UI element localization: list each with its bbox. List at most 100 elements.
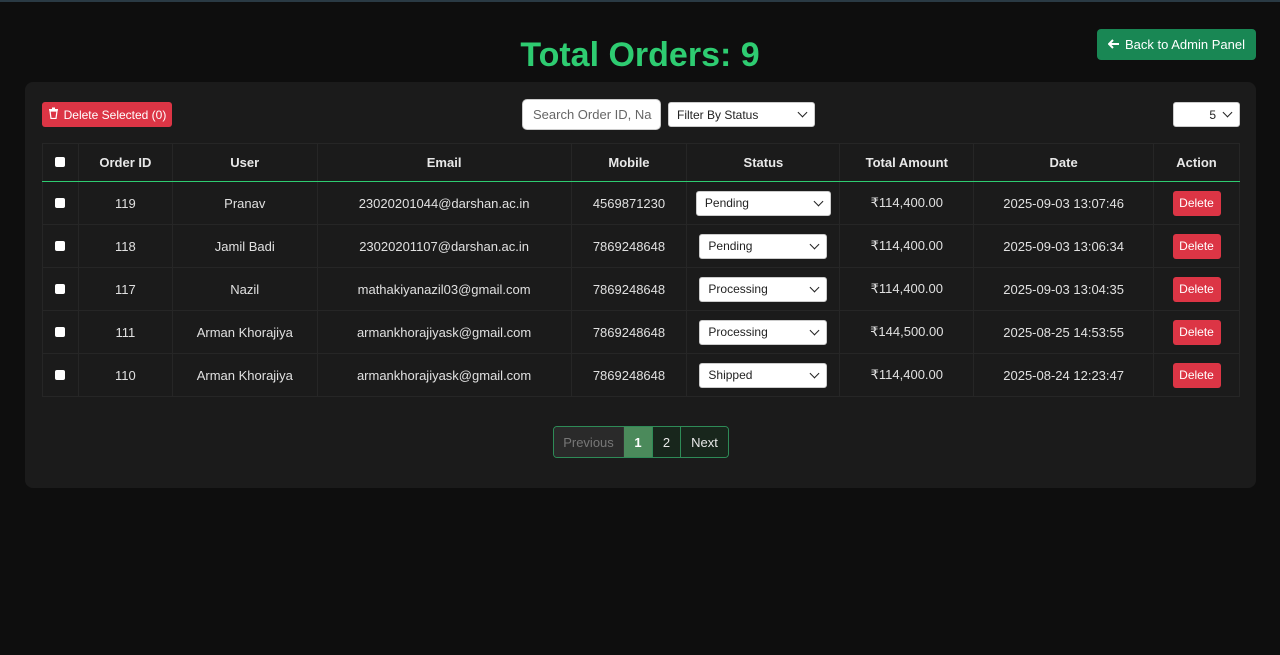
amount-cell: ₹114,400.00 [839, 267, 975, 311]
chevron-down-icon [809, 325, 820, 335]
mobile-cell: 7869248648 [570, 267, 688, 311]
email-cell: armankhorajiyask@gmail.com [316, 310, 572, 354]
chevron-down-icon [797, 107, 808, 118]
row-select-cell [42, 267, 79, 311]
amount-cell: ₹114,400.00 [839, 224, 975, 268]
trash-icon [48, 107, 59, 122]
row-select-cell [42, 353, 79, 397]
orders-panel: Delete Selected (0) Search Order ID, Na … [25, 82, 1256, 488]
back-to-admin-button[interactable]: Back to Admin Panel [1097, 29, 1256, 60]
table-row: 118 Jamil Badi 23020201107@darshan.ac.in… [42, 224, 1240, 268]
status-select[interactable]: Shipped [699, 362, 828, 388]
status-cell: Pending [686, 181, 841, 225]
action-cell: Delete [1153, 353, 1240, 397]
row-select-cell [42, 224, 79, 268]
page-1-button[interactable]: 1 [624, 427, 653, 457]
row-checkbox[interactable] [55, 240, 66, 251]
user-cell: Jamil Badi [171, 224, 318, 268]
row-checkbox[interactable] [55, 283, 66, 294]
user-cell: Nazil [171, 267, 318, 311]
delete-selected-label: Delete Selected (0) [63, 107, 167, 122]
status-value: Shipped [708, 368, 753, 382]
table-row: 117 Nazil mathakiyanazil03@gmail.com 786… [42, 267, 1240, 311]
user-cell: Arman Khorajiya [171, 310, 318, 354]
delete-button[interactable]: Delete [1172, 276, 1221, 302]
email-cell: 23020201107@darshan.ac.in [316, 224, 572, 268]
status-select[interactable]: Pending [699, 233, 828, 259]
row-checkbox[interactable] [55, 197, 66, 208]
table-row: 110 Arman Khorajiya armankhorajiyask@gma… [42, 353, 1240, 397]
chevron-down-icon [1222, 107, 1233, 118]
page-title: Total Orders: 9 [520, 36, 760, 74]
table-header-row: Order ID User Email Mobile Status Total … [42, 143, 1240, 182]
email-cell: mathakiyanazil03@gmail.com [316, 267, 572, 311]
pagination: Previous 1 2 Next [553, 426, 729, 458]
status-filter-label: Filter By Status [677, 107, 759, 122]
status-select[interactable]: Processing [699, 276, 828, 302]
delete-button[interactable]: Delete [1172, 319, 1221, 345]
table-row: 119 Pranav 23020201044@darshan.ac.in 456… [42, 181, 1240, 225]
select-all-header [42, 143, 79, 182]
status-select[interactable]: Pending [695, 190, 831, 216]
delete-button[interactable]: Delete [1172, 362, 1221, 388]
chevron-down-icon [809, 368, 820, 378]
arrow-left-icon [1107, 37, 1120, 52]
amount-cell: ₹114,400.00 [839, 181, 975, 225]
per-page-value: 5 [1209, 107, 1216, 122]
status-cell: Processing [686, 267, 841, 311]
row-select-cell [42, 181, 79, 225]
delete-selected-button[interactable]: Delete Selected (0) [42, 102, 172, 127]
chevron-down-icon [809, 239, 820, 249]
column-header: Status [686, 143, 841, 182]
column-header: User [171, 143, 318, 182]
status-select[interactable]: Processing [699, 319, 828, 345]
action-cell: Delete [1153, 310, 1240, 354]
user-cell: Pranav [171, 181, 318, 225]
per-page-select[interactable]: 5 [1173, 102, 1240, 127]
column-header: Date [973, 143, 1154, 182]
chevron-down-icon [813, 196, 824, 206]
row-checkbox[interactable] [55, 326, 66, 337]
delete-button[interactable]: Delete [1172, 233, 1221, 259]
date-cell: 2025-08-24 12:23:47 [973, 353, 1154, 397]
status-filter-select[interactable]: Filter By Status [668, 102, 815, 127]
row-checkbox[interactable] [55, 369, 66, 380]
status-cell: Shipped [686, 353, 841, 397]
order-id-cell: 110 [77, 353, 173, 397]
orders-table: Order ID User Email Mobile Status Total … [42, 143, 1240, 397]
status-value: Pending [704, 196, 749, 210]
column-header: Order ID [77, 143, 173, 182]
order-id-cell: 119 [77, 181, 173, 225]
status-cell: Processing [686, 310, 841, 354]
order-id-cell: 111 [77, 310, 173, 354]
mobile-cell: 7869248648 [570, 224, 688, 268]
mobile-cell: 7869248648 [570, 353, 688, 397]
table-row: 111 Arman Khorajiya armankhorajiyask@gma… [42, 310, 1240, 354]
select-all-checkbox[interactable] [55, 157, 66, 167]
status-value: Processing [708, 325, 768, 339]
user-cell: Arman Khorajiya [171, 353, 318, 397]
order-id-cell: 118 [77, 224, 173, 268]
amount-cell: ₹144,500.00 [839, 310, 975, 354]
email-cell: 23020201044@darshan.ac.in [316, 181, 572, 225]
date-cell: 2025-09-03 13:04:35 [973, 267, 1154, 311]
amount-cell: ₹114,400.00 [839, 353, 975, 397]
email-cell: armankhorajiyask@gmail.com [316, 353, 572, 397]
previous-page-button[interactable]: Previous [554, 427, 624, 457]
order-id-cell: 117 [77, 267, 173, 311]
back-to-admin-label: Back to Admin Panel [1125, 37, 1245, 52]
delete-button[interactable]: Delete [1172, 190, 1221, 216]
column-header: Email [316, 143, 572, 182]
action-cell: Delete [1153, 224, 1240, 268]
search-input[interactable]: Search Order ID, Na [522, 99, 661, 130]
date-cell: 2025-08-25 14:53:55 [973, 310, 1154, 354]
page-2-button[interactable]: 2 [653, 427, 681, 457]
row-select-cell [42, 310, 79, 354]
date-cell: 2025-09-03 13:06:34 [973, 224, 1154, 268]
status-cell: Pending [686, 224, 841, 268]
mobile-cell: 7869248648 [570, 310, 688, 354]
next-page-button[interactable]: Next [681, 427, 728, 457]
action-cell: Delete [1153, 267, 1240, 311]
date-cell: 2025-09-03 13:07:46 [973, 181, 1154, 225]
status-value: Processing [708, 282, 768, 296]
